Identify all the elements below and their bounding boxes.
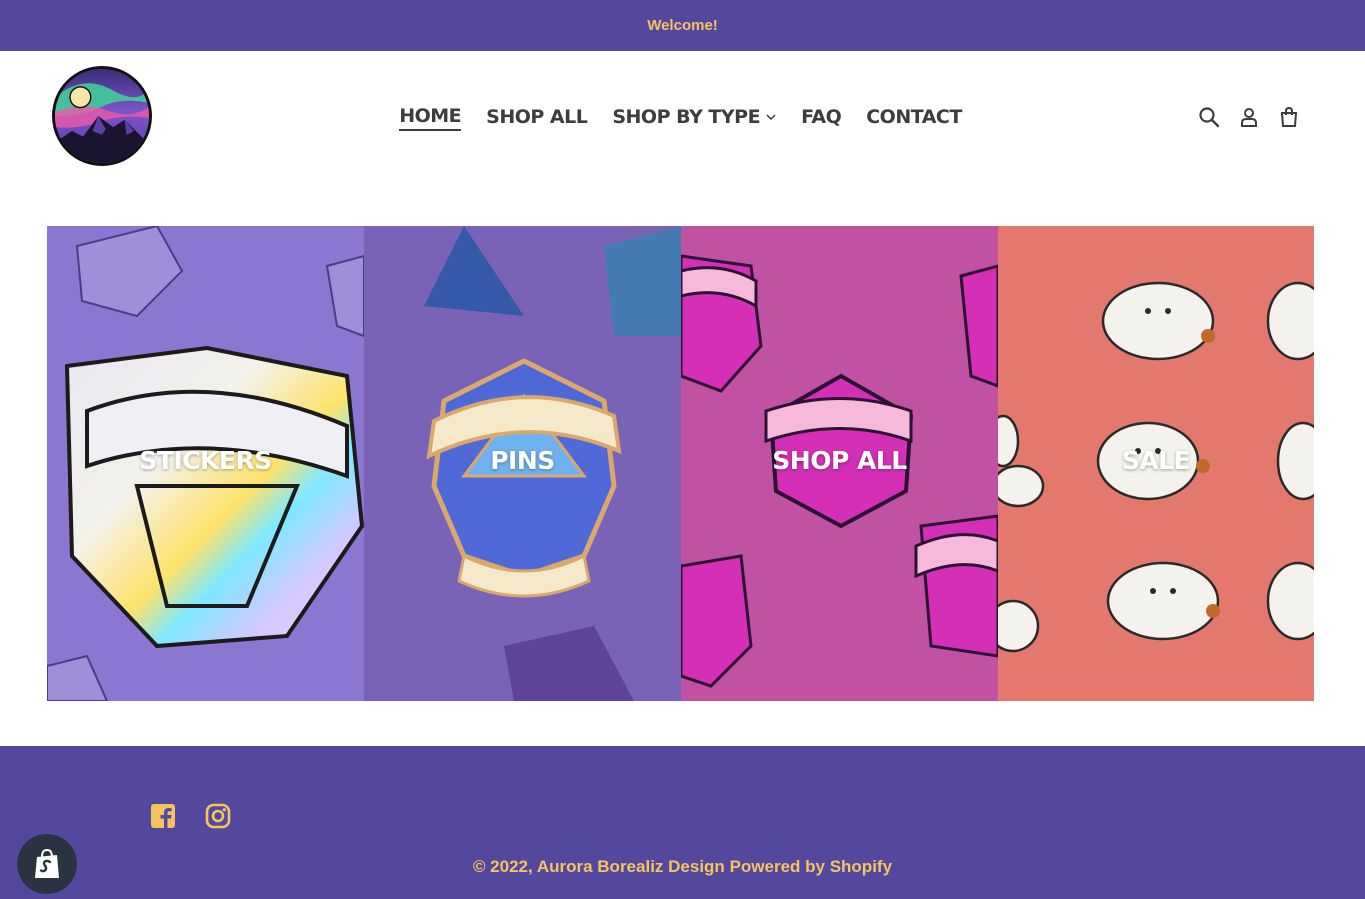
copyright-line: © 2022, Aurora Borealiz Design Powered b… [0, 857, 1365, 877]
collection-tile-stickers[interactable]: STICKERS [47, 226, 364, 701]
collection-grid: STICKERS PINS SHOP ALL SALE [47, 226, 1314, 701]
nav-home[interactable]: HOME [399, 103, 462, 131]
collection-label-stickers: STICKERS [139, 446, 272, 475]
nav-shop-by-type[interactable]: SHOP BY TYPE [612, 104, 776, 130]
collection-label-shop-all: SHOP ALL [772, 446, 907, 475]
nav-faq-label: FAQ [801, 106, 842, 128]
search-icon[interactable] [1197, 105, 1221, 129]
collection-tile-pins[interactable]: PINS [364, 226, 681, 701]
store-name-link[interactable]: Aurora Borealiz Design [537, 857, 725, 876]
nav-shop-by-type-label: SHOP BY TYPE [612, 106, 761, 128]
shopify-chat-button[interactable] [17, 834, 77, 894]
copyright-prefix: © 2022, [472, 857, 537, 876]
facebook-icon[interactable] [150, 803, 176, 829]
chevron-down-icon [766, 114, 776, 121]
powered-by-link[interactable]: Powered by Shopify [730, 857, 892, 876]
announcement-text: Welcome! [647, 17, 718, 34]
header-actions [1197, 105, 1301, 129]
site-footer: © 2022, Aurora Borealiz Design Powered b… [0, 746, 1365, 899]
instagram-icon[interactable] [205, 803, 231, 829]
main-nav: HOME SHOP ALL SHOP BY TYPE FAQ CONTACT [0, 103, 1365, 131]
social-links [150, 803, 231, 829]
nav-contact-label: CONTACT [866, 106, 962, 128]
collection-tile-shop-all[interactable]: SHOP ALL [681, 226, 998, 701]
announcement-bar: Welcome! [0, 0, 1365, 51]
nav-faq[interactable]: FAQ [801, 104, 842, 130]
site-header: HOME SHOP ALL SHOP BY TYPE FAQ CONTACT [0, 51, 1365, 226]
shopify-bag-icon [35, 848, 59, 878]
collection-label-pins: PINS [490, 446, 555, 475]
collection-label-sale: SALE [1121, 446, 1191, 475]
nav-shop-all[interactable]: SHOP ALL [486, 104, 588, 130]
cart-icon[interactable] [1277, 105, 1301, 129]
nav-home-label: HOME [399, 105, 462, 127]
collection-tile-sale[interactable]: SALE [998, 226, 1314, 701]
nav-shop-all-label: SHOP ALL [486, 106, 588, 128]
nav-contact[interactable]: CONTACT [866, 104, 962, 130]
account-icon[interactable] [1237, 105, 1261, 129]
